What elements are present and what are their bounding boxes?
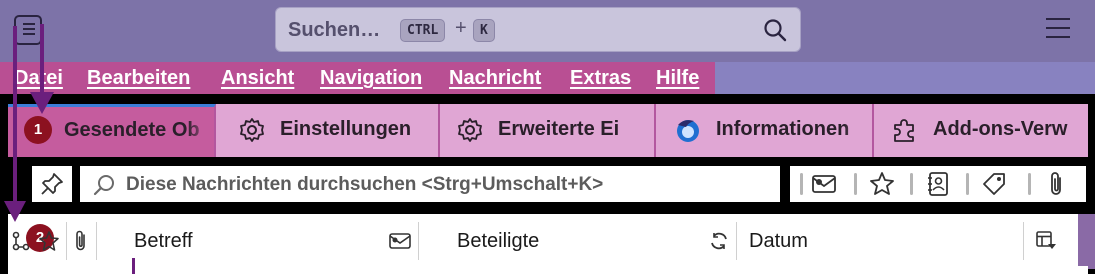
search-icon[interactable] — [762, 17, 788, 43]
shortcut-key-ctrl: CTRL — [400, 19, 446, 42]
column-subject[interactable]: Betreff — [134, 230, 193, 253]
column-participants[interactable]: Beteiligte — [457, 230, 539, 253]
global-search-box[interactable]: Suchen… CTRL + K — [275, 7, 801, 52]
quick-filter-buttons — [790, 166, 1086, 202]
menu-bar: Datei Bearbeiten Ansicht Navigation Nach… — [0, 62, 1095, 94]
shortcut-plus: + — [455, 17, 467, 39]
attachment-icon[interactable] — [1042, 170, 1070, 198]
annotation-arrow-2 — [13, 26, 17, 206]
gear-icon — [240, 118, 264, 142]
message-list-header: 2 Betreff Beteiligte Datum — [8, 211, 1095, 269]
annotation-arrow-1-head — [30, 92, 54, 114]
tab-addons-manager[interactable]: Add-ons-Verw — [876, 104, 1088, 157]
separator — [966, 173, 969, 195]
tab-label: Gesendete Ob — [64, 119, 200, 141]
message-list-row-partial — [8, 266, 1088, 274]
column-date[interactable]: Datum — [749, 230, 808, 253]
gear-icon — [458, 118, 482, 142]
app-menu-icon[interactable] — [14, 15, 42, 45]
column-picker-icon[interactable] — [1034, 229, 1058, 253]
junk-status-icon[interactable] — [708, 230, 730, 252]
tab-settings[interactable]: Einstellungen — [218, 104, 440, 157]
tab-bar: Gesendete Ob Einstellungen Erweiterte Ei… — [8, 104, 1088, 157]
menu-extras[interactable]: Extras — [570, 67, 631, 90]
quick-filter-input[interactable]: Diese Nachrichten durchsuchen <Strg+Umsc… — [80, 166, 780, 202]
menu-datei[interactable]: Datei — [14, 67, 63, 90]
menu-navigation[interactable]: Navigation — [320, 67, 422, 90]
menu-nachricht[interactable]: Nachricht — [449, 67, 541, 90]
thunderbird-logo-icon — [677, 120, 699, 142]
pin-icon — [41, 173, 63, 195]
tab-information[interactable]: Informationen — [658, 104, 874, 157]
separator — [800, 173, 803, 195]
contact-icon[interactable] — [810, 170, 838, 198]
tag-icon[interactable] — [980, 170, 1008, 198]
quick-filter-bar: Diese Nachrichten durchsuchen <Strg+Umsc… — [0, 164, 1095, 206]
menu-bearbeiten[interactable]: Bearbeiten — [87, 67, 190, 90]
annotation-arrow-2-head — [4, 201, 26, 222]
contact-icon[interactable] — [388, 230, 412, 252]
menu-ansicht[interactable]: Ansicht — [221, 67, 294, 90]
star-icon[interactable] — [868, 170, 896, 198]
scrollbar-track[interactable] — [1078, 214, 1095, 269]
search-icon — [93, 175, 114, 196]
quick-filter-placeholder: Diese Nachrichten durchsuchen <Strg+Umsc… — [126, 174, 604, 195]
menu-hilfe[interactable]: Hilfe — [656, 67, 699, 90]
separator — [910, 173, 913, 195]
annotation-arrow-3 — [132, 258, 135, 274]
attachment-icon[interactable] — [70, 229, 92, 253]
tab-label: Einstellungen — [280, 118, 412, 140]
pin-toggle[interactable] — [32, 166, 72, 202]
tab-label: Add-ons-Verw — [933, 118, 1068, 140]
title-bar: Suchen… CTRL + K — [0, 0, 1095, 62]
puzzle-icon — [894, 119, 914, 142]
address-book-icon[interactable] — [924, 170, 952, 198]
tab-advanced-settings[interactable]: Erweiterte Ei — [442, 104, 656, 157]
star-icon[interactable] — [38, 230, 60, 252]
search-placeholder: Suchen… — [288, 19, 381, 41]
tab-label: Erweiterte Ei — [498, 118, 620, 140]
separator — [854, 173, 857, 195]
separator — [1028, 173, 1031, 195]
annotation-badge-1: 1 — [24, 116, 52, 144]
tab-label: Informationen — [716, 118, 850, 140]
annotation-arrow-1 — [40, 24, 44, 100]
shortcut-key-k: K — [473, 19, 495, 42]
hamburger-menu-icon[interactable] — [1046, 18, 1070, 38]
